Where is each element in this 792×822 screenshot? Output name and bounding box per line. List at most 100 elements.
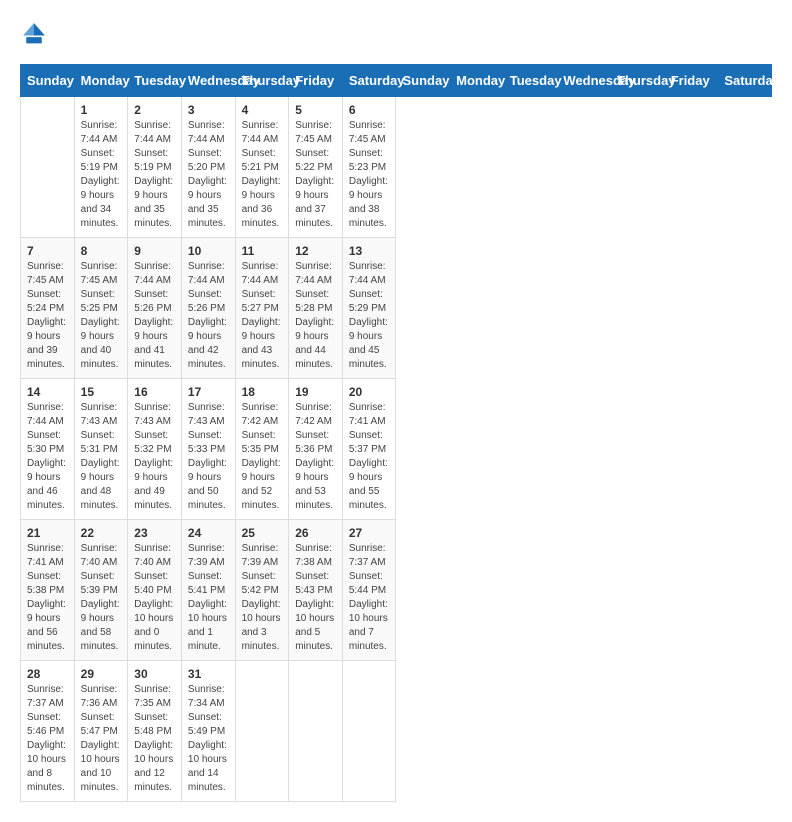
day-number: 15	[81, 385, 122, 399]
logo-icon	[20, 20, 48, 48]
logo	[20, 20, 52, 48]
day-number: 4	[242, 103, 283, 117]
day-info: Sunrise: 7:44 AMSunset: 5:21 PMDaylight:…	[242, 119, 283, 231]
day-info: Sunrise: 7:37 AMSunset: 5:44 PMDaylight:…	[349, 542, 390, 654]
day-number: 10	[188, 244, 229, 258]
day-header-friday: Friday	[664, 65, 718, 97]
day-header-friday: Friday	[289, 65, 343, 97]
day-header-saturday: Saturday	[718, 65, 772, 97]
day-info: Sunrise: 7:44 AMSunset: 5:26 PMDaylight:…	[188, 260, 229, 372]
day-info: Sunrise: 7:41 AMSunset: 5:37 PMDaylight:…	[349, 401, 390, 513]
day-number: 27	[349, 526, 390, 540]
day-header-sunday: Sunday	[21, 65, 75, 97]
day-header-tuesday: Tuesday	[503, 65, 557, 97]
day-info: Sunrise: 7:44 AMSunset: 5:19 PMDaylight:…	[134, 119, 175, 231]
day-number: 1	[81, 103, 122, 117]
calendar-week-1: 1 Sunrise: 7:44 AMSunset: 5:19 PMDaylight…	[21, 97, 772, 238]
day-number: 28	[27, 667, 68, 681]
calendar-cell: 6 Sunrise: 7:45 AMSunset: 5:23 PMDaylight…	[342, 97, 396, 238]
day-number: 24	[188, 526, 229, 540]
calendar-cell: 9 Sunrise: 7:44 AMSunset: 5:26 PMDaylight…	[128, 238, 182, 379]
calendar-cell: 2Sunrise: 7:44 AMSunset: 5:19 PMDaylight…	[128, 97, 182, 238]
calendar-cell	[289, 661, 343, 802]
day-header-thursday: Thursday	[235, 65, 289, 97]
day-header-wednesday: Wednesday	[557, 65, 611, 97]
day-number: 14	[27, 385, 68, 399]
calendar-cell: 15Sunrise: 7:43 AMSunset: 5:31 PMDayligh…	[74, 379, 128, 520]
day-info: Sunrise: 7:45 AMSunset: 5:22 PMDaylight:…	[295, 119, 336, 231]
calendar-cell: 25 Sunrise: 7:39 AMSunset: 5:42 PMDayligh…	[235, 520, 289, 661]
calendar-cell: 26Sunrise: 7:38 AMSunset: 5:43 PMDayligh…	[289, 520, 343, 661]
day-number: 20	[349, 385, 390, 399]
day-info: Sunrise: 7:38 AMSunset: 5:43 PMDaylight:…	[295, 542, 336, 654]
calendar-cell: 1 Sunrise: 7:44 AMSunset: 5:19 PMDaylight…	[74, 97, 128, 238]
day-info: Sunrise: 7:45 AMSunset: 5:24 PMDaylight:…	[27, 260, 68, 372]
day-info: Sunrise: 7:39 AMSunset: 5:41 PMDaylight:…	[188, 542, 229, 654]
calendar-cell: 5 Sunrise: 7:45 AMSunset: 5:22 PMDaylight…	[289, 97, 343, 238]
calendar-cell: 22 Sunrise: 7:40 AMSunset: 5:39 PMDayligh…	[74, 520, 128, 661]
day-number: 25	[242, 526, 283, 540]
day-header-sunday: Sunday	[396, 65, 450, 97]
day-info: Sunrise: 7:45 AMSunset: 5:25 PMDaylight:…	[81, 260, 122, 372]
day-info: Sunrise: 7:44 AMSunset: 5:29 PMDaylight:…	[349, 260, 390, 372]
calendar-week-5: 28 Sunrise: 7:37 AMSunset: 5:46 PMDayligh…	[21, 661, 772, 802]
day-number: 13	[349, 244, 390, 258]
day-number: 5	[295, 103, 336, 117]
day-info: Sunrise: 7:44 AMSunset: 5:19 PMDaylight:…	[81, 119, 122, 231]
day-number: 29	[81, 667, 122, 681]
calendar-cell	[21, 97, 75, 238]
day-number: 23	[134, 526, 175, 540]
day-info: Sunrise: 7:39 AMSunset: 5:42 PMDaylight:…	[242, 542, 283, 654]
day-number: 11	[242, 244, 283, 258]
calendar-cell: 18Sunrise: 7:42 AMSunset: 5:35 PMDayligh…	[235, 379, 289, 520]
calendar-cell: 11Sunrise: 7:44 AMSunset: 5:27 PMDayligh…	[235, 238, 289, 379]
calendar-week-4: 21 Sunrise: 7:41 AMSunset: 5:38 PMDayligh…	[21, 520, 772, 661]
day-header-tuesday: Tuesday	[128, 65, 182, 97]
day-info: Sunrise: 7:43 AMSunset: 5:33 PMDaylight:…	[188, 401, 229, 513]
calendar-week-3: 14 Sunrise: 7:44 AMSunset: 5:30 PMDayligh…	[21, 379, 772, 520]
day-info: Sunrise: 7:42 AMSunset: 5:36 PMDaylight:…	[295, 401, 336, 513]
day-header-saturday: Saturday	[342, 65, 396, 97]
day-info: Sunrise: 7:43 AMSunset: 5:32 PMDaylight:…	[134, 401, 175, 513]
calendar-week-2: 7 Sunrise: 7:45 AMSunset: 5:24 PMDaylight…	[21, 238, 772, 379]
calendar-cell: 23 Sunrise: 7:40 AMSunset: 5:40 PMDayligh…	[128, 520, 182, 661]
calendar-cell: 7 Sunrise: 7:45 AMSunset: 5:24 PMDaylight…	[21, 238, 75, 379]
day-info: Sunrise: 7:45 AMSunset: 5:23 PMDaylight:…	[349, 119, 390, 231]
day-number: 31	[188, 667, 229, 681]
day-number: 19	[295, 385, 336, 399]
day-number: 17	[188, 385, 229, 399]
calendar-cell: 16Sunrise: 7:43 AMSunset: 5:32 PMDayligh…	[128, 379, 182, 520]
calendar-table: SundayMondayTuesdayWednesdayThursdayFrid…	[20, 64, 772, 802]
day-header-wednesday: Wednesday	[181, 65, 235, 97]
day-info: Sunrise: 7:41 AMSunset: 5:38 PMDaylight:…	[27, 542, 68, 654]
calendar-cell: 10 Sunrise: 7:44 AMSunset: 5:26 PMDayligh…	[181, 238, 235, 379]
calendar-cell: 17 Sunrise: 7:43 AMSunset: 5:33 PMDayligh…	[181, 379, 235, 520]
calendar-header-row: SundayMondayTuesdayWednesdayThursdayFrid…	[21, 65, 772, 97]
day-info: Sunrise: 7:35 AMSunset: 5:48 PMDaylight:…	[134, 683, 175, 795]
calendar-cell: 30Sunrise: 7:35 AMSunset: 5:48 PMDayligh…	[128, 661, 182, 802]
day-number: 7	[27, 244, 68, 258]
calendar-cell: 21 Sunrise: 7:41 AMSunset: 5:38 PMDayligh…	[21, 520, 75, 661]
day-number: 9	[134, 244, 175, 258]
day-info: Sunrise: 7:37 AMSunset: 5:46 PMDaylight:…	[27, 683, 68, 795]
calendar-cell	[342, 661, 396, 802]
day-info: Sunrise: 7:36 AMSunset: 5:47 PMDaylight:…	[81, 683, 122, 795]
calendar-cell: 4 Sunrise: 7:44 AMSunset: 5:21 PMDaylight…	[235, 97, 289, 238]
day-info: Sunrise: 7:34 AMSunset: 5:49 PMDaylight:…	[188, 683, 229, 795]
day-header-monday: Monday	[74, 65, 128, 97]
calendar-cell: 27 Sunrise: 7:37 AMSunset: 5:44 PMDayligh…	[342, 520, 396, 661]
day-header-monday: Monday	[450, 65, 504, 97]
day-info: Sunrise: 7:40 AMSunset: 5:40 PMDaylight:…	[134, 542, 175, 654]
day-number: 8	[81, 244, 122, 258]
day-number: 22	[81, 526, 122, 540]
day-info: Sunrise: 7:44 AMSunset: 5:28 PMDaylight:…	[295, 260, 336, 372]
day-number: 6	[349, 103, 390, 117]
calendar-cell: 24 Sunrise: 7:39 AMSunset: 5:41 PMDayligh…	[181, 520, 235, 661]
calendar-cell	[235, 661, 289, 802]
day-info: Sunrise: 7:40 AMSunset: 5:39 PMDaylight:…	[81, 542, 122, 654]
day-info: Sunrise: 7:42 AMSunset: 5:35 PMDaylight:…	[242, 401, 283, 513]
day-info: Sunrise: 7:44 AMSunset: 5:26 PMDaylight:…	[134, 260, 175, 372]
day-number: 21	[27, 526, 68, 540]
calendar-cell: 13 Sunrise: 7:44 AMSunset: 5:29 PMDayligh…	[342, 238, 396, 379]
day-info: Sunrise: 7:44 AMSunset: 5:30 PMDaylight:…	[27, 401, 68, 513]
